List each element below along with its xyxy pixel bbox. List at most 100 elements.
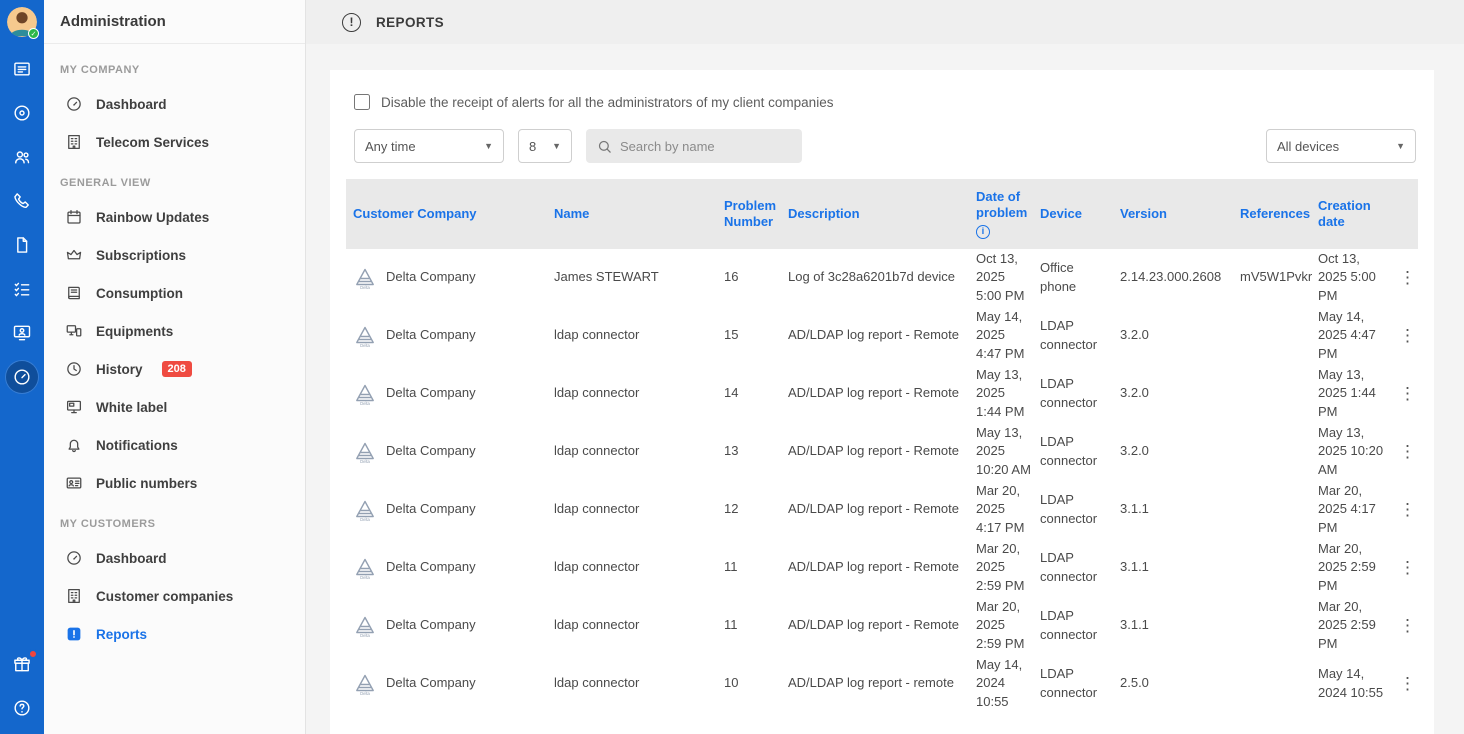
cell-device: Office phone: [1040, 259, 1120, 295]
calls-icon: [12, 191, 32, 211]
table-row[interactable]: Delta Delta Company ldap connector 15 AD…: [346, 307, 1418, 365]
cell-name: ldap connector: [554, 558, 724, 576]
rail-tasks-button[interactable]: [6, 273, 38, 305]
rail-admin-button[interactable]: [6, 361, 38, 393]
svg-text:Delta: Delta: [360, 517, 370, 522]
cell-problem-number: 15: [724, 326, 788, 344]
cell-customer-company: Delta Company: [386, 558, 554, 576]
sidebar-item-white-label[interactable]: White label: [44, 388, 305, 426]
column-header-device[interactable]: Device: [1040, 196, 1120, 232]
column-header-description[interactable]: Description: [788, 196, 976, 232]
table-row[interactable]: Delta Delta Company James STEWART 16 Log…: [346, 249, 1418, 307]
monitor-icon: [65, 398, 83, 416]
column-header-creation-date[interactable]: Creation date: [1318, 188, 1394, 241]
cell-version: 3.2.0: [1120, 326, 1240, 344]
rail-contacts-button[interactable]: [6, 141, 38, 173]
rail-calls-button[interactable]: [6, 185, 38, 217]
dashboard-icon: [65, 95, 83, 113]
cell-name: James STEWART: [554, 268, 724, 286]
device-filter-select[interactable]: All devices ▼: [1266, 129, 1416, 163]
row-menu-button[interactable]: ⋮: [1394, 266, 1421, 289]
bell-icon: [65, 436, 83, 454]
cell-description: AD/LDAP log report - remote: [788, 674, 976, 692]
cell-version: 3.1.1: [1120, 500, 1240, 518]
column-header-version[interactable]: Version: [1120, 196, 1240, 232]
table-row[interactable]: Delta Delta Company ldap connector 11 AD…: [346, 597, 1418, 655]
row-menu-button[interactable]: ⋮: [1394, 556, 1421, 579]
rail-gift-button[interactable]: [6, 648, 38, 680]
rail-help-button[interactable]: [6, 692, 38, 724]
table-row[interactable]: Delta Delta Company ldap connector 13 AD…: [346, 423, 1418, 481]
row-menu-button[interactable]: ⋮: [1394, 614, 1421, 637]
column-header-problem-number[interactable]: Problem Number: [724, 188, 788, 241]
column-header-name[interactable]: Name: [554, 196, 724, 232]
filters-bar: Any time ▼ 8 ▼ All devices ▼: [346, 129, 1418, 163]
column-header-references[interactable]: References: [1240, 196, 1318, 232]
company-logo-icon: Delta: [351, 554, 378, 581]
table-row[interactable]: Delta Delta Company ldap connector 11 AD…: [346, 539, 1418, 597]
cell-customer-company: Delta Company: [386, 268, 554, 286]
page-size-select[interactable]: 8 ▼: [518, 129, 572, 163]
column-header-actions: [1394, 204, 1418, 224]
sidebar-item-telecom-services[interactable]: Telecom Services: [44, 123, 305, 161]
time-filter-select[interactable]: Any time ▼: [354, 129, 504, 163]
devices-icon: [65, 322, 83, 340]
sidebar-item-public-numbers[interactable]: Public numbers: [44, 464, 305, 502]
row-menu-button[interactable]: ⋮: [1394, 672, 1421, 695]
sidebar-item-label: History: [96, 362, 143, 377]
avatar[interactable]: ✓: [7, 7, 37, 37]
row-menu-button[interactable]: ⋮: [1394, 440, 1421, 463]
sidebar-item-dashboard[interactable]: Dashboard: [44, 539, 305, 577]
svg-text:Delta: Delta: [360, 575, 370, 580]
sidebar-item-history[interactable]: History208: [44, 350, 305, 388]
sidebar-item-rainbow-updates[interactable]: Rainbow Updates: [44, 198, 305, 236]
cell-customer-company: Delta Company: [386, 442, 554, 460]
rail-news-button[interactable]: [6, 53, 38, 85]
cell-references: mV5W1Pvkr: [1240, 268, 1318, 286]
rail-explore-button[interactable]: [6, 97, 38, 129]
company-logo-icon: Delta: [351, 438, 378, 465]
cell-name: ldap connector: [554, 500, 724, 518]
info-icon[interactable]: i: [976, 225, 990, 239]
table-row[interactable]: Delta Delta Company ldap connector 14 AD…: [346, 365, 1418, 423]
rail-meeting-button[interactable]: [6, 317, 38, 349]
cell-name: ldap connector: [554, 442, 724, 460]
table-row[interactable]: Delta Delta Company ldap connector 12 AD…: [346, 481, 1418, 539]
cell-description: AD/LDAP log report - Remote: [788, 326, 976, 344]
dashboard-icon: [65, 549, 83, 567]
sidebar-item-reports[interactable]: Reports: [44, 615, 305, 653]
sidebar-item-dashboard[interactable]: Dashboard: [44, 85, 305, 123]
notification-dot: [28, 649, 38, 659]
row-menu-button[interactable]: ⋮: [1394, 498, 1421, 521]
company-logo-icon: Delta: [351, 264, 378, 291]
column-header-date-of-problem[interactable]: Date of problem i: [976, 179, 1040, 249]
cell-name: ldap connector: [554, 384, 724, 402]
sidebar-item-subscriptions[interactable]: Subscriptions: [44, 236, 305, 274]
explore-icon: [12, 103, 32, 123]
cell-description: AD/LDAP log report - Remote: [788, 616, 976, 634]
table-row[interactable]: Delta Delta Company ldap connector 10 AD…: [346, 655, 1418, 713]
cell-version: 3.1.1: [1120, 558, 1240, 576]
sidebar-item-customer-companies[interactable]: Customer companies: [44, 577, 305, 615]
disable-alerts-checkbox[interactable]: [354, 94, 370, 110]
row-menu-button[interactable]: ⋮: [1394, 324, 1421, 347]
cell-date-of-problem: Mar 20, 2025 2:59 PM: [976, 598, 1040, 653]
cell-customer-company: Delta Company: [386, 326, 554, 344]
rail-bottom: [6, 648, 38, 724]
sidebar-item-equipments[interactable]: Equipments: [44, 312, 305, 350]
sidebar-item-consumption[interactable]: Consumption: [44, 274, 305, 312]
search-input[interactable]: [620, 139, 791, 154]
row-menu-button[interactable]: ⋮: [1394, 382, 1421, 405]
cell-customer-company: Delta Company: [386, 500, 554, 518]
column-header-label: Date of problem: [976, 189, 1032, 222]
cell-description: AD/LDAP log report - Remote: [788, 442, 976, 460]
svg-text:Delta: Delta: [360, 633, 370, 638]
column-header-customer-company[interactable]: Customer Company: [346, 196, 554, 232]
sidebar-item-notifications[interactable]: Notifications: [44, 426, 305, 464]
rail-documents-button[interactable]: [6, 229, 38, 261]
page-size-value: 8: [529, 139, 536, 154]
company-logo-icon: Delta: [351, 322, 378, 349]
cell-date-of-problem: Oct 13, 2025 5:00 PM: [976, 250, 1040, 305]
cell-name: ldap connector: [554, 326, 724, 344]
sidebar-section-label: MY COMPANY: [44, 48, 305, 85]
